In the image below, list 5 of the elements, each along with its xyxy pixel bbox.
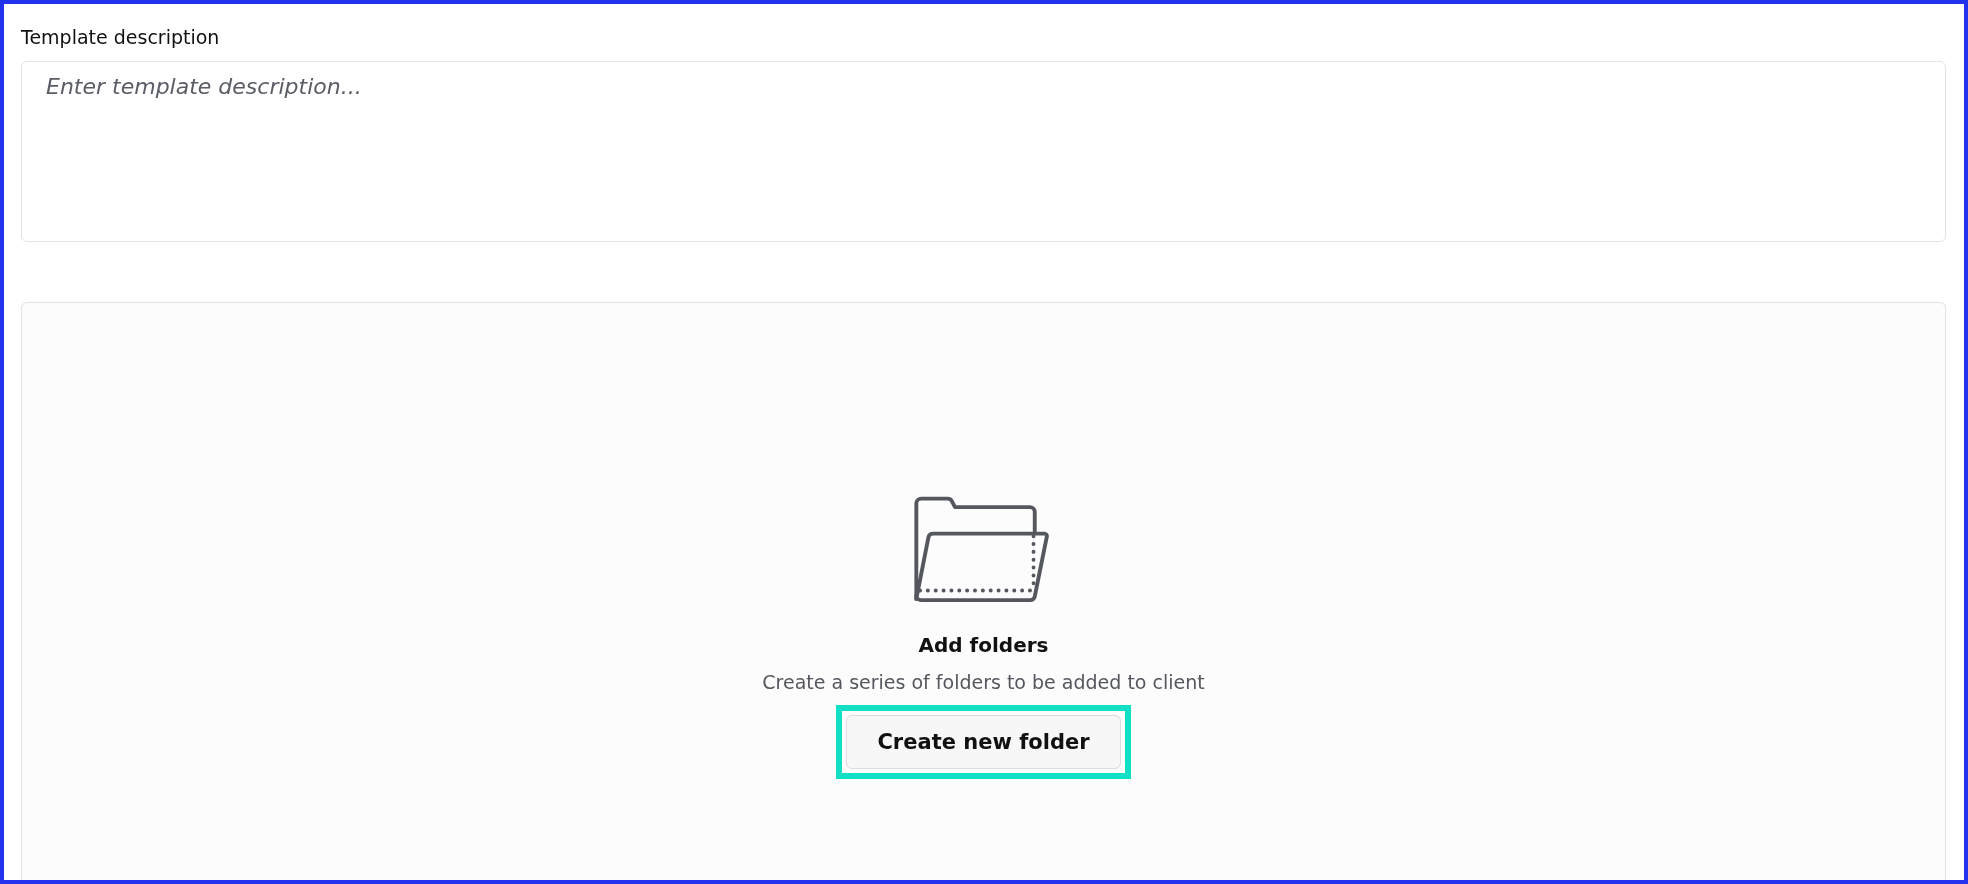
field-label: Template description — [21, 25, 221, 50]
create-folder-button[interactable]: Create new folder — [846, 715, 1121, 769]
empty-subtitle: Create a series of folders to be added to client — [762, 671, 1205, 693]
empty-title: Add folders — [918, 633, 1049, 657]
description-field[interactable]: Enter template description... — [21, 61, 1946, 242]
